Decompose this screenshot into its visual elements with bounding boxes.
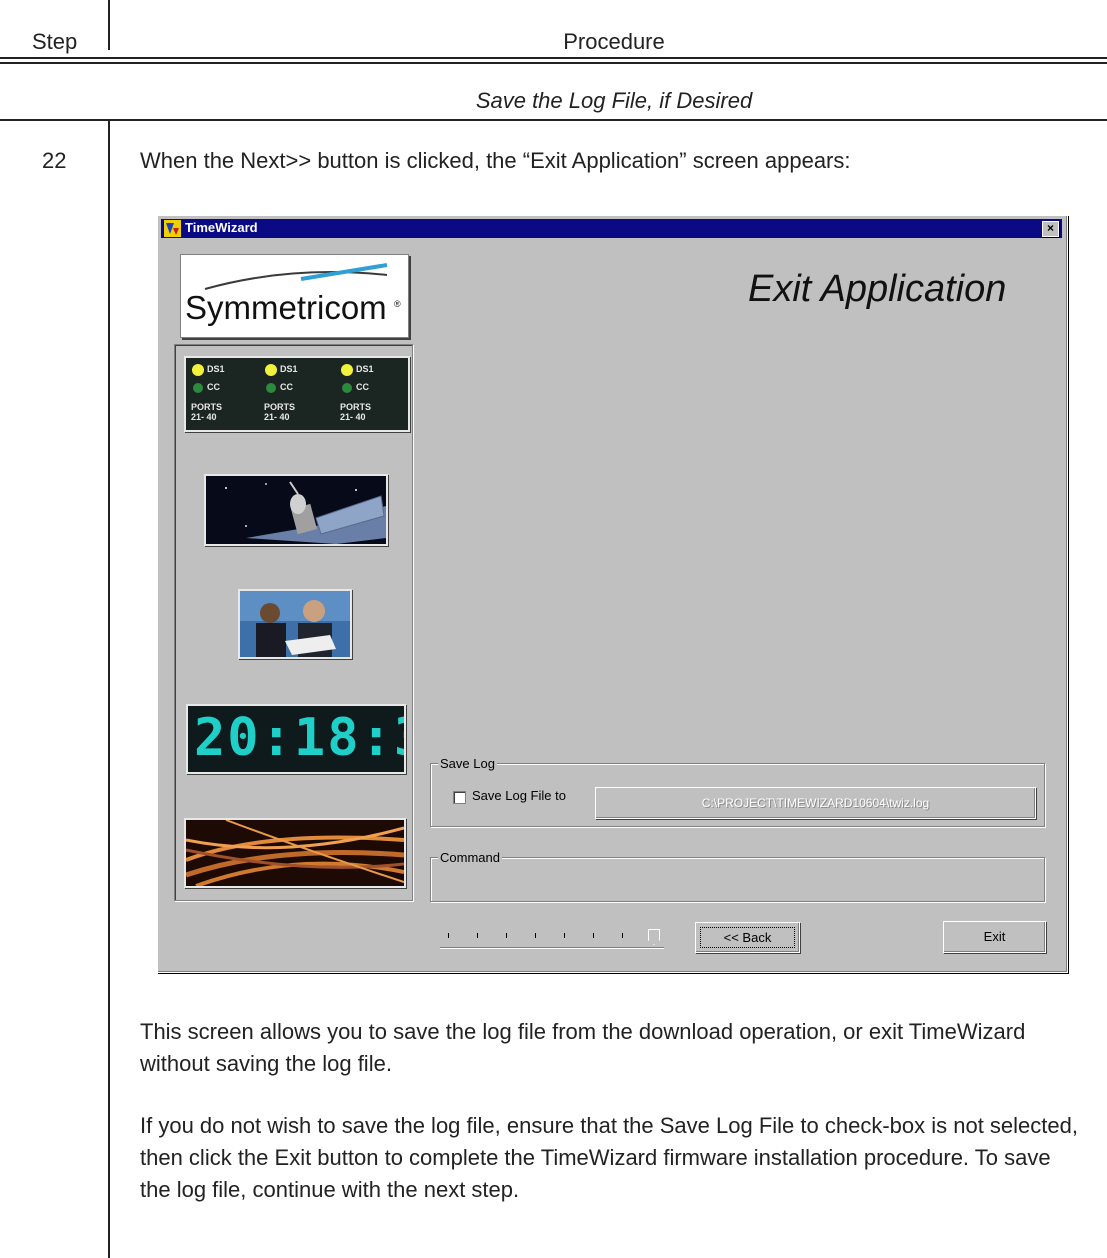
business-people-image — [238, 589, 352, 659]
title-bar: TimeWizard × — [161, 219, 1062, 238]
step-column-divider — [108, 121, 110, 1258]
led-label-cc: CC — [280, 382, 293, 392]
slider-thumb — [648, 929, 660, 945]
ports-range: 21- 40 — [264, 412, 290, 422]
step-number: 22 — [42, 148, 67, 173]
ports-range: 21- 40 — [340, 412, 366, 422]
digital-clock-display: 20:18:3 — [186, 704, 406, 774]
timewizard-app-icon — [164, 220, 181, 237]
led-group-3: DS1 CC PORTS 21- 40 — [339, 362, 405, 426]
led-yellow-icon — [265, 364, 277, 376]
led-green-icon — [193, 383, 203, 393]
section-rule — [0, 119, 1107, 121]
led-label-cc: CC — [356, 382, 369, 392]
led-green-icon — [266, 383, 276, 393]
log-path-field[interactable]: C:\PROJECT\TIMEWIZARD10604\twiz.log — [595, 787, 1036, 819]
led-yellow-icon — [341, 364, 353, 376]
progress-tick — [622, 933, 623, 938]
symmetricom-logo: Symmetricom ® — [180, 254, 409, 338]
back-button-label: << Back — [723, 930, 772, 945]
led-label-cc: CC — [207, 382, 220, 392]
led-panel-image: DS1 CC PORTS 21- 40 DS1 CC PORTS 21- 40 … — [184, 356, 410, 432]
led-group-2: DS1 CC PORTS 21- 40 — [263, 362, 333, 426]
logo-text: Symmetricom — [185, 289, 387, 326]
ports-label: PORTS — [264, 402, 296, 412]
exit-button-label: Exit — [983, 929, 1006, 944]
led-green-icon — [342, 383, 352, 393]
close-button[interactable]: × — [1042, 221, 1059, 237]
window-title: TimeWizard — [185, 220, 258, 235]
header-double-rule-1 — [0, 57, 1107, 59]
header-procedure: Procedure — [563, 29, 665, 54]
logo-swoosh-icon — [204, 263, 388, 290]
description-paragraph-2: If you do not wish to save the log file,… — [140, 1113, 1078, 1202]
led-label-ds1: DS1 — [280, 364, 298, 374]
ports-label: PORTS — [191, 402, 223, 412]
satellite-image — [204, 474, 388, 546]
copper-wires-image — [184, 818, 406, 888]
wizard-progress-slider — [440, 919, 670, 955]
progress-tick — [506, 933, 507, 938]
command-group-label: Command — [438, 850, 502, 865]
progress-tick — [535, 933, 536, 938]
description-paragraph-1: This screen allows you to save the log f… — [140, 1019, 1026, 1076]
exit-button[interactable]: Exit — [943, 921, 1046, 953]
ports-range: 21- 40 — [191, 412, 217, 422]
section-title: Save the Log File, if Desired — [475, 88, 753, 113]
led-label-ds1: DS1 — [207, 364, 225, 374]
save-log-group-label: Save Log — [438, 756, 497, 771]
command-group — [430, 857, 1045, 902]
progress-tick — [564, 933, 565, 938]
ports-label: PORTS — [340, 402, 372, 412]
screen-heading: Exit Application — [748, 268, 1007, 310]
led-group-1: DS1 CC PORTS 21- 40 — [190, 362, 260, 426]
logo-registered-mark: ® — [394, 299, 401, 309]
progress-tick — [593, 933, 594, 938]
progress-tick — [448, 933, 449, 938]
header-double-rule-2 — [0, 62, 1107, 64]
save-log-checkbox-label[interactable]: Save Log File to — [472, 788, 566, 803]
progress-tick — [477, 933, 478, 938]
led-label-ds1: DS1 — [356, 364, 374, 374]
led-yellow-icon — [192, 364, 204, 376]
clock-digits: 20:18:3 — [194, 708, 406, 768]
save-log-checkbox[interactable] — [453, 791, 466, 804]
timewizard-window: TimeWizard × Symmetricom ® DS1 CC PORTS … — [157, 215, 1068, 973]
back-button[interactable]: << Back — [695, 922, 800, 953]
step-intro-text: When the Next>> button is clicked, the “… — [140, 148, 851, 173]
log-path-text: C:\PROJECT\TIMEWIZARD10604\twiz.log — [701, 796, 930, 810]
